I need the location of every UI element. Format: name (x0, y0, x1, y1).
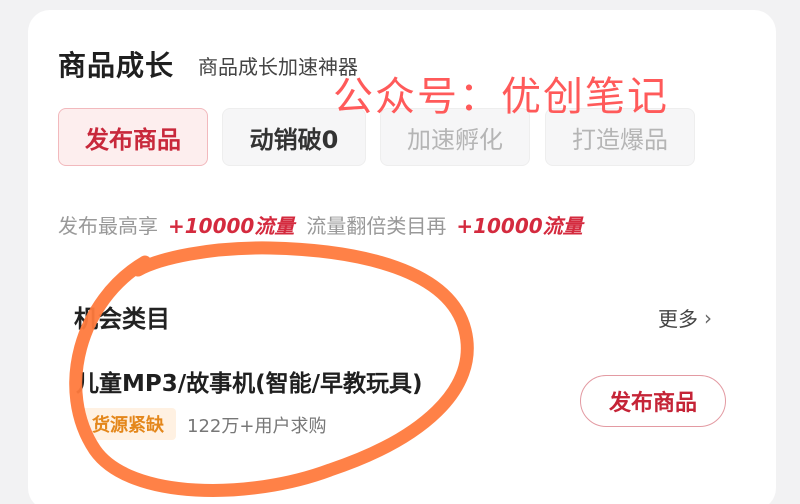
opportunity-category-title: 机会类目 (74, 305, 170, 333)
promo-text-1: 发布最高享 (58, 214, 158, 238)
publish-product-button[interactable]: 发布商品 (580, 375, 726, 427)
status-badge: 货源紧缺 (80, 408, 176, 440)
chevron-right-icon: › (704, 305, 712, 330)
promo-highlight-1: +10000流量 (168, 214, 295, 238)
promo-highlight-2: +10000流量 (456, 214, 583, 238)
promo-line: 发布最高享 +10000流量 流量翻倍类目再 +10000流量 (58, 210, 595, 239)
watermark-text: 公众号：优创笔记 (333, 74, 669, 120)
card-title: 商品成长 (58, 49, 175, 82)
tab-publish-product[interactable]: 发布商品 (58, 108, 208, 166)
more-label: 更多 (658, 307, 698, 331)
promo-text-2: 流量翻倍类目再 (306, 214, 447, 238)
demand-count: 122万+用户求购 (187, 416, 327, 437)
category-item-name: 儿童MP3/故事机(智能/早教玩具) (76, 371, 423, 397)
more-link[interactable]: 更多 › (658, 303, 712, 332)
